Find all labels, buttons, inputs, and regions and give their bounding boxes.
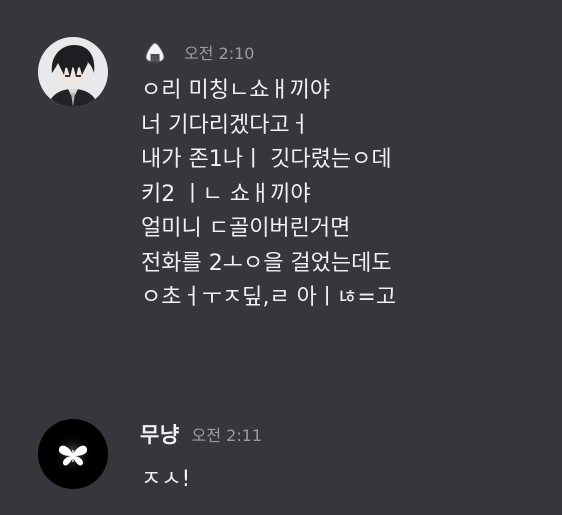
avatar[interactable] — [38, 37, 108, 107]
message-line: ㅈㅅ! — [141, 467, 191, 492]
message-line: 내가 존1나ㅣ 깃다렸는ㅇ데 — [141, 147, 392, 172]
message-header: 오전 2:10 — [140, 37, 254, 67]
message-line: ㅇ리 미칭ㄴ쇼ㅐ끼야 — [141, 78, 331, 103]
timestamp: 오전 2:11 — [191, 426, 263, 445]
message-content: ㅇ리 미칭ㄴ쇼ㅐ끼야 너 기다리겠다고ㅓ 내가 존1나ㅣ 깃다렸는ㅇ데 키2 ㅣ… — [141, 74, 396, 316]
username[interactable]: 무냥 — [140, 419, 180, 449]
message-content: ㅈㅅ! — [141, 463, 190, 498]
avatar-image — [38, 37, 108, 107]
timestamp: 오전 2:10 — [184, 44, 255, 63]
message-line: ㅇ초ㅓㅜㅈ딮,ㄹ 아ㅣㄶ=고 — [141, 285, 397, 310]
message-line: 전화를 2ㅗㅇ을 걸었는데도 — [141, 250, 392, 276]
message-line: 너 기다리겠다고ㅓ — [141, 112, 310, 138]
message-line: 얼미니 ㄷ골이버린거면 — [141, 216, 351, 241]
message-line: 키2 ㅣㄴ 쇼ㅐ끼야 — [141, 181, 311, 207]
avatar[interactable] — [38, 419, 108, 489]
message-header: 무냥 오전 2:11 — [140, 419, 262, 449]
onigiri-icon[interactable] — [140, 37, 170, 67]
chat-log: 오전 2:10 ㅇ리 미칭ㄴ쇼ㅐ끼야 너 기다리겠다고ㅓ 내가 존1나ㅣ 깃다렸… — [0, 0, 562, 515]
butterfly-avatar-image — [38, 419, 108, 489]
